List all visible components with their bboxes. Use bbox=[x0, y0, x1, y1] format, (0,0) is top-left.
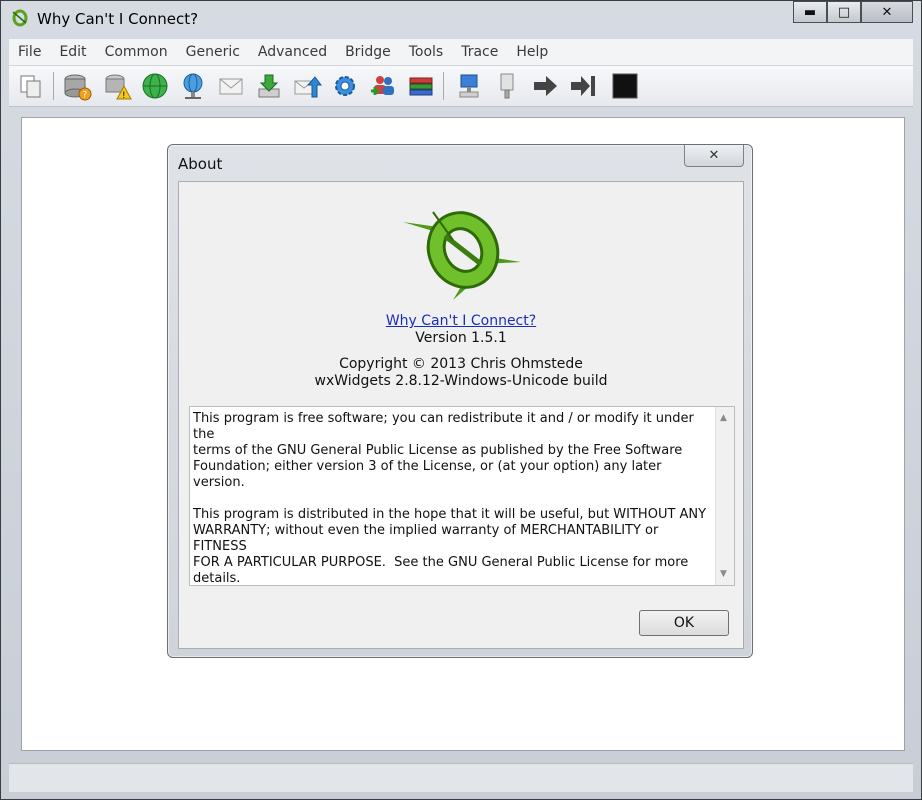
scroll-up-icon[interactable]: ▲ bbox=[720, 413, 727, 423]
step-forward-icon[interactable] bbox=[567, 70, 599, 102]
menu-advanced[interactable]: Advanced bbox=[249, 44, 336, 60]
ok-button-label: OK bbox=[673, 615, 695, 631]
app-website-link[interactable]: Why Can't I Connect? bbox=[386, 313, 536, 329]
mail-icon[interactable] bbox=[215, 70, 247, 102]
menu-common[interactable]: Common bbox=[96, 44, 177, 60]
network-plug-icon[interactable] bbox=[491, 70, 523, 102]
menu-file[interactable]: File bbox=[9, 44, 50, 60]
menu-generic[interactable]: Generic bbox=[177, 44, 249, 60]
svg-text:!: ! bbox=[122, 91, 126, 101]
toolbar: ? ! bbox=[9, 66, 913, 107]
svg-text:?: ? bbox=[83, 91, 88, 101]
dialog-close-button[interactable]: ✕ bbox=[684, 145, 744, 167]
globe-icon[interactable] bbox=[139, 70, 171, 102]
dialog-body: Why Can't I Connect? Version 1.5.1 Copyr… bbox=[178, 181, 744, 649]
about-dialog: About ✕ Why Can't I Connect? Version 1.5… bbox=[167, 144, 753, 658]
users-add-icon[interactable] bbox=[367, 70, 399, 102]
menu-bar: File Edit Common Generic Advanced Bridge… bbox=[9, 39, 913, 66]
database-help-icon[interactable]: ? bbox=[61, 70, 93, 102]
maximize-icon: □ bbox=[837, 4, 851, 20]
copy-icon[interactable] bbox=[15, 70, 47, 102]
computer-icon[interactable] bbox=[453, 70, 485, 102]
close-icon: ✕ bbox=[881, 4, 893, 20]
toolbar-separator bbox=[53, 72, 54, 100]
gear-network-icon[interactable] bbox=[329, 70, 361, 102]
app-link-row: Why Can't I Connect? bbox=[179, 313, 743, 329]
caption-buttons: ▬ □ ✕ bbox=[793, 1, 913, 23]
menu-bridge[interactable]: Bridge bbox=[336, 44, 400, 60]
window-title: Why Can't I Connect? bbox=[37, 10, 199, 28]
stop-icon[interactable] bbox=[609, 70, 641, 102]
mail-send-icon[interactable] bbox=[291, 70, 323, 102]
menu-tools[interactable]: Tools bbox=[400, 44, 453, 60]
globe-connect-icon[interactable] bbox=[177, 70, 209, 102]
minimize-button[interactable]: ▬ bbox=[793, 1, 827, 23]
database-warning-icon[interactable]: ! bbox=[101, 70, 133, 102]
maximize-button[interactable]: □ bbox=[827, 1, 861, 23]
menu-help[interactable]: Help bbox=[507, 44, 557, 60]
arrow-right-icon[interactable] bbox=[529, 70, 561, 102]
close-button[interactable]: ✕ bbox=[861, 1, 913, 23]
menu-edit[interactable]: Edit bbox=[50, 44, 95, 60]
version-text: Version 1.5.1 bbox=[415, 330, 507, 346]
minimize-icon: ▬ bbox=[803, 4, 817, 20]
status-bar bbox=[9, 763, 913, 792]
close-icon: ✕ bbox=[708, 148, 720, 163]
download-icon[interactable] bbox=[253, 70, 285, 102]
scroll-down-icon[interactable]: ▼ bbox=[720, 569, 727, 579]
build-text: wxWidgets 2.8.12-Windows-Unicode build bbox=[314, 373, 608, 389]
title-bar[interactable]: Why Can't I Connect? ▬ □ ✕ bbox=[1, 1, 921, 37]
dialog-title: About bbox=[178, 155, 223, 173]
app-logo bbox=[403, 211, 521, 300]
toolbar-separator bbox=[443, 72, 444, 100]
ok-button[interactable]: OK bbox=[639, 610, 729, 636]
license-textbox[interactable]: This program is free software; you can r… bbox=[189, 406, 735, 586]
app-icon bbox=[12, 9, 28, 27]
license-text: This program is free software; you can r… bbox=[193, 411, 707, 586]
menu-trace[interactable]: Trace bbox=[452, 44, 507, 60]
license-scrollbar[interactable]: ▲ ▼ bbox=[715, 407, 734, 585]
books-icon[interactable] bbox=[405, 70, 437, 102]
copyright-text: Copyright © 2013 Chris Ohmstede bbox=[339, 356, 583, 372]
